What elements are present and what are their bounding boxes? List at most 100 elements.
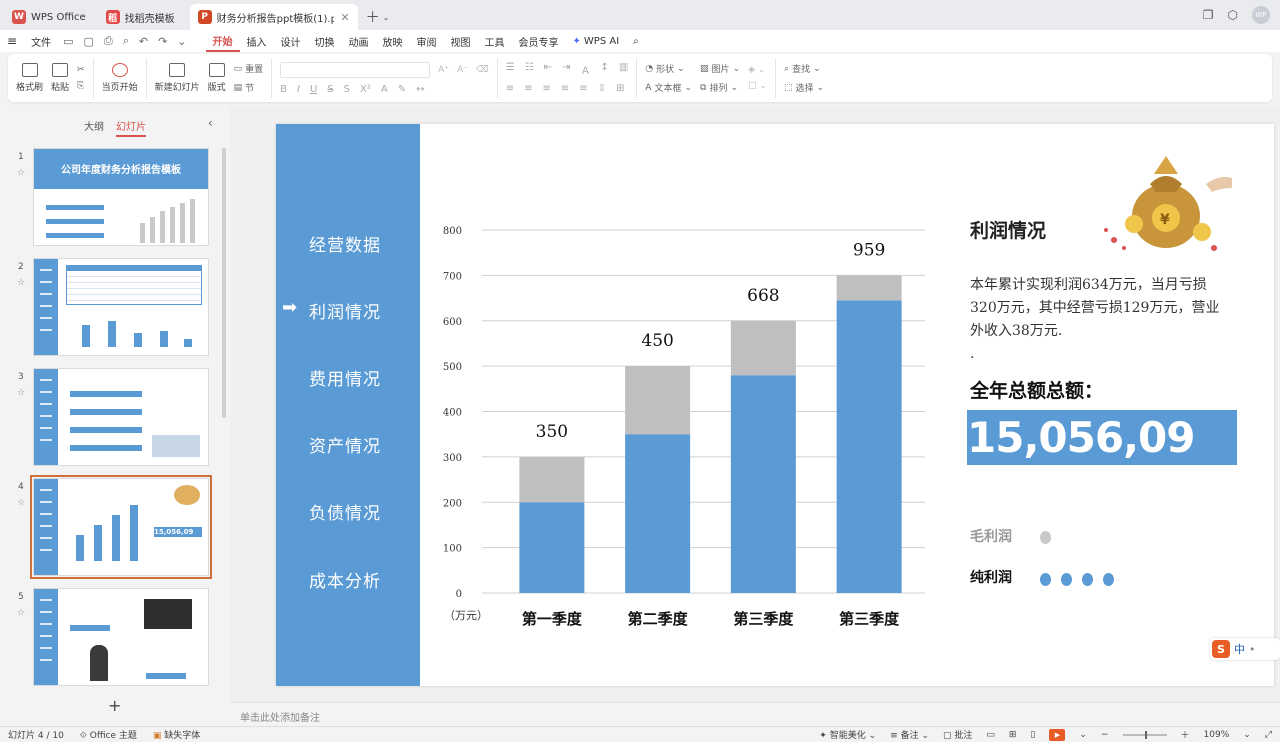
nav-item-expenses[interactable]: 费用情况: [309, 365, 381, 390]
theme-indicator[interactable]: ⟐ Office 主题: [80, 728, 137, 741]
bold-icon[interactable]: B: [280, 84, 287, 95]
nav-item-cost-analysis[interactable]: 成本分析: [309, 567, 381, 592]
strikethrough-icon[interactable]: S: [327, 84, 333, 95]
menu-slideshow[interactable]: 放映: [376, 30, 410, 52]
tab-wps-office[interactable]: W WPS Office: [4, 4, 94, 30]
star-icon[interactable]: ☆: [17, 278, 25, 288]
font-shrink-icon[interactable]: A⁻: [457, 65, 468, 75]
from-current-button[interactable]: 当页开始: [102, 63, 138, 93]
restore-window-icon[interactable]: ❐: [1203, 8, 1214, 22]
font-grow-icon[interactable]: A⁺: [438, 65, 449, 75]
normal-view-icon[interactable]: ▭: [986, 730, 995, 740]
menu-view[interactable]: 视图: [444, 30, 478, 52]
paste-button[interactable]: 粘贴: [51, 63, 69, 93]
shadow-icon[interactable]: S: [344, 84, 350, 95]
columns-icon[interactable]: ▥: [619, 62, 628, 77]
slide-sorter-icon[interactable]: ⊞: [1009, 730, 1017, 740]
cut-icon[interactable]: ✂: [77, 65, 85, 75]
numbered-list-icon[interactable]: ☷: [525, 62, 534, 77]
vertical-align-icon[interactable]: ⇳: [598, 83, 606, 94]
underline-icon[interactable]: U: [310, 84, 317, 95]
fill-icon[interactable]: ◈ ⌄: [748, 65, 767, 75]
format-painter-button[interactable]: 格式刷: [16, 63, 43, 93]
smartart-icon[interactable]: ⊞: [616, 83, 624, 94]
chevron-left-icon[interactable]: ‹: [208, 116, 213, 130]
cube-icon[interactable]: ⬡: [1228, 8, 1238, 22]
section-button[interactable]: ▤ 节: [234, 81, 264, 95]
slide-thumb-1[interactable]: 公司年度财务分析报告模板: [33, 148, 209, 246]
preview-icon[interactable]: ⌕: [118, 34, 134, 48]
char-spacing-icon[interactable]: ↔: [416, 84, 424, 95]
menu-review[interactable]: 审阅: [410, 30, 444, 52]
indent-increase-icon[interactable]: ⇥: [562, 62, 570, 77]
star-icon[interactable]: ☆: [17, 608, 25, 618]
tab-docer[interactable]: 稻 找稻壳模板: [97, 4, 186, 30]
print-icon[interactable]: ⎙: [99, 34, 118, 48]
nav-item-profit[interactable]: 利润情况: [309, 298, 381, 323]
font-family-select[interactable]: [280, 61, 431, 78]
new-slide-button[interactable]: 新建幻灯片: [155, 63, 200, 93]
slide-thumb-4[interactable]: 15,056,09: [30, 475, 212, 579]
chevron-down-icon[interactable]: ⌄: [172, 35, 191, 48]
distribute-icon[interactable]: ≡: [579, 83, 587, 94]
menu-wps-ai[interactable]: ✦ WPS AI: [566, 30, 627, 52]
menu-icon[interactable]: ≡: [0, 30, 24, 52]
export-icon[interactable]: ▢: [78, 35, 98, 48]
shape-button[interactable]: ◔ 形状 ⌄: [645, 62, 692, 76]
textbox-button[interactable]: A 文本框 ⌄: [645, 81, 692, 95]
save-icon[interactable]: ▭: [58, 35, 78, 48]
new-tab-button[interactable]: ＋ ⌄: [358, 4, 398, 30]
chevron-down-icon[interactable]: ⌄: [1079, 730, 1087, 740]
slide-thumb-3[interactable]: [33, 368, 209, 466]
star-icon[interactable]: ☆: [17, 168, 25, 178]
nav-item-assets[interactable]: 资产情况: [309, 432, 381, 457]
menu-animation[interactable]: 动画: [342, 30, 376, 52]
highlight-icon[interactable]: ✎: [398, 84, 406, 95]
fit-window-icon[interactable]: ⤢: [1265, 730, 1272, 740]
zoom-level[interactable]: 109%: [1204, 730, 1230, 740]
redo-icon[interactable]: ↷: [153, 35, 172, 48]
line-spacing-icon[interactable]: ↕: [600, 62, 608, 77]
nav-item-liabilities[interactable]: 负债情况: [309, 499, 381, 524]
superscript-icon[interactable]: X²: [360, 84, 371, 95]
slide[interactable]: ➡ 经营数据 利润情况 费用情况 资产情况 负债情况 成本分析 0 100 200 3…: [276, 124, 1274, 686]
smart-beautify-button[interactable]: ✦ 智能美化 ⌄: [819, 728, 876, 741]
undo-icon[interactable]: ↶: [134, 35, 153, 48]
chevron-down-icon[interactable]: ⌄: [1243, 730, 1251, 740]
clear-format-icon[interactable]: ⌫: [476, 65, 489, 75]
picture-button[interactable]: ▨ 图片 ⌄: [700, 62, 740, 76]
play-icon[interactable]: ▶: [1049, 728, 1066, 741]
text-direction-icon[interactable]: Ａ: [580, 62, 590, 77]
star-icon[interactable]: ☆: [17, 388, 25, 398]
menu-design[interactable]: 设计: [274, 30, 308, 52]
bullet-list-icon[interactable]: ☰: [506, 62, 515, 77]
justify-icon[interactable]: ≡: [561, 83, 569, 94]
outline-icon[interactable]: □ ⌄: [748, 81, 767, 91]
menu-tools[interactable]: 工具: [478, 30, 512, 52]
zoom-in-icon[interactable]: ＋: [1181, 728, 1190, 741]
tab-document[interactable]: P 财务分析报告ppt模板(1).pptx ✕: [189, 4, 358, 30]
select-button[interactable]: ⬚ 选择 ⌄: [784, 81, 824, 95]
tab-outline[interactable]: 大纲: [84, 118, 104, 137]
menu-home[interactable]: 开始: [205, 30, 240, 52]
align-left-icon[interactable]: ≡: [506, 83, 514, 94]
menu-file[interactable]: 文件: [24, 30, 58, 52]
close-icon[interactable]: ✕: [334, 11, 349, 24]
zoom-out-icon[interactable]: −: [1101, 730, 1109, 740]
panel-scrollbar[interactable]: [222, 148, 226, 418]
zoom-slider[interactable]: [1122, 730, 1167, 739]
search-icon[interactable]: ⌕: [626, 30, 646, 52]
reset-button[interactable]: ▭ 重置: [234, 62, 264, 76]
copy-icon[interactable]: ⎘: [77, 81, 85, 91]
tab-slides[interactable]: 幻灯片: [116, 118, 146, 137]
star-icon[interactable]: ☆: [17, 498, 25, 508]
menu-transition[interactable]: 切换: [308, 30, 342, 52]
align-center-icon[interactable]: ≡: [524, 83, 532, 94]
menu-insert[interactable]: 插入: [240, 30, 274, 52]
indent-decrease-icon[interactable]: ⇤: [544, 62, 552, 77]
comments-button[interactable]: ▢ 批注: [943, 728, 972, 741]
add-slide-button[interactable]: +: [108, 696, 121, 715]
missing-font-indicator[interactable]: ▣ 缺失字体: [153, 728, 200, 741]
slide-thumb-2[interactable]: [33, 258, 209, 356]
reading-view-icon[interactable]: ▯: [1030, 730, 1035, 740]
